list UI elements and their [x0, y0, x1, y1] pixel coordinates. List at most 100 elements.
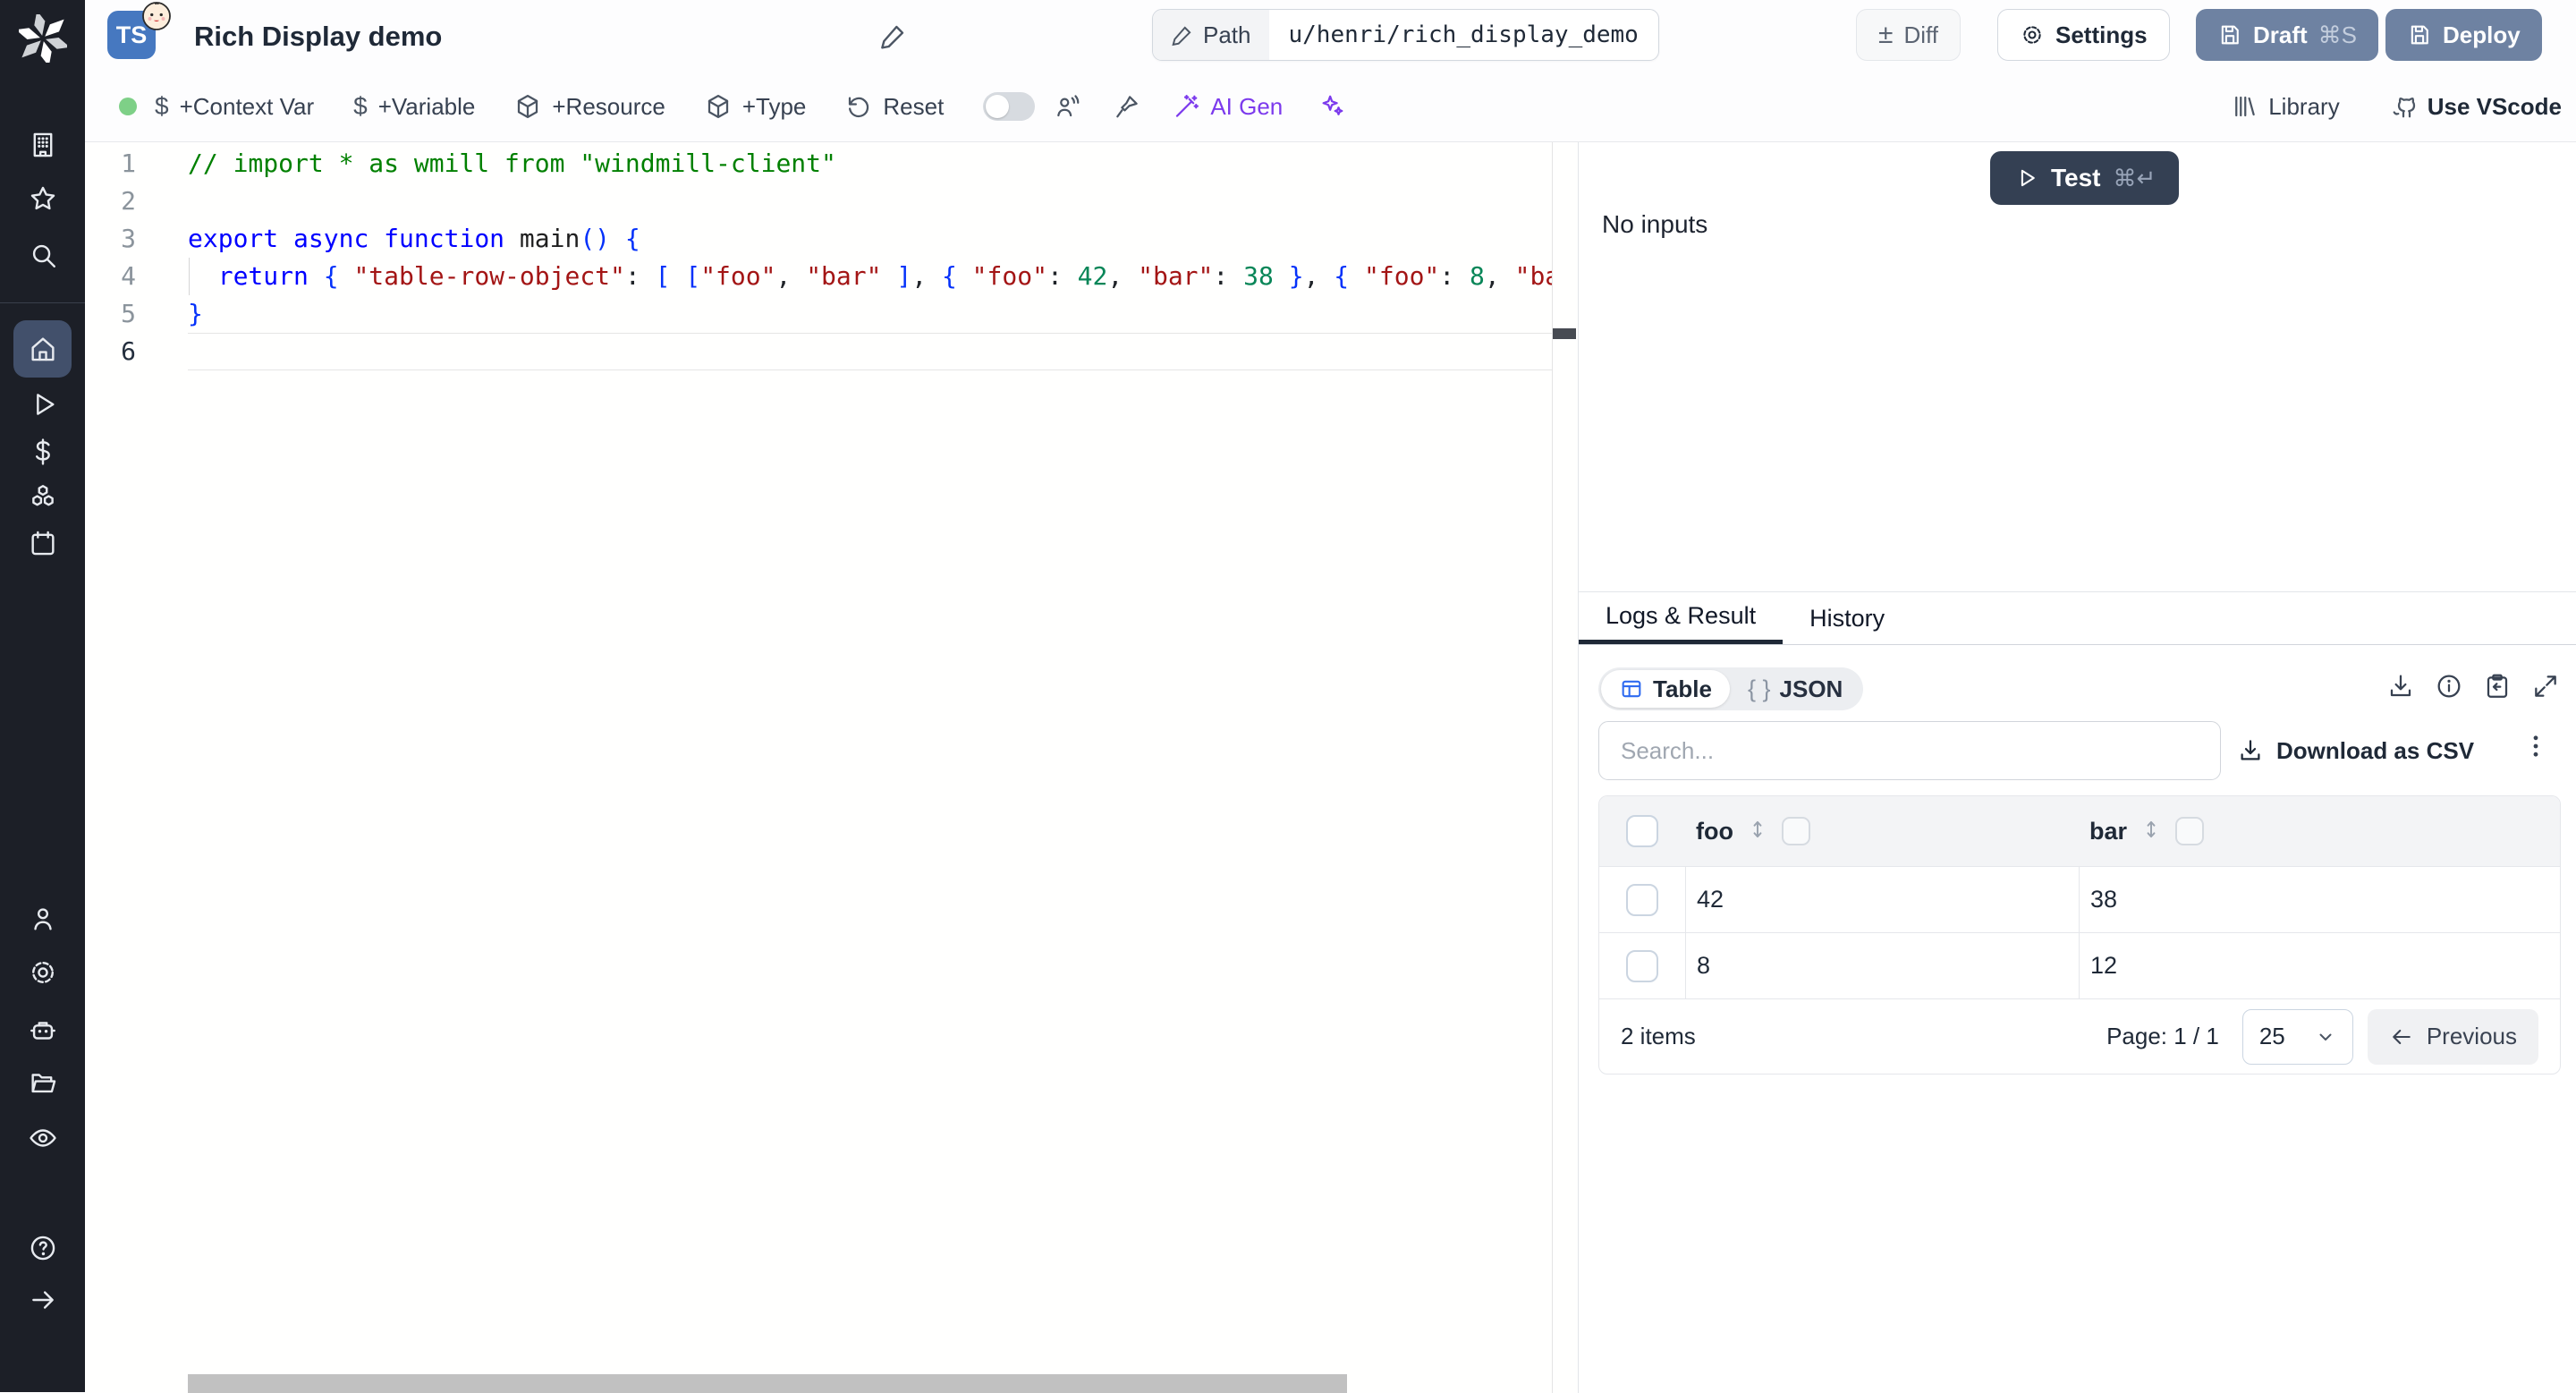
- result-table: foo bar 4238812 2 items Page: 1 / 1: [1598, 795, 2561, 1074]
- select-all-checkbox[interactable]: [1626, 815, 1658, 847]
- pencil-icon: [1171, 23, 1194, 47]
- download-result-icon[interactable]: [2386, 672, 2415, 705]
- table-cell: 38: [2090, 886, 2117, 913]
- search-input[interactable]: [1598, 721, 2221, 780]
- github-icon: [2390, 93, 2417, 120]
- calendar-icon: [28, 528, 58, 558]
- sidebar-item-runs[interactable]: [0, 378, 85, 430]
- library-button[interactable]: Library: [2231, 93, 2339, 121]
- editor-gutter: 123456: [85, 145, 188, 370]
- gear-icon: [28, 957, 58, 988]
- sidebar-item-settings[interactable]: [0, 947, 85, 998]
- sidebar-item-search[interactable]: [0, 229, 85, 281]
- sidebar-item-variables[interactable]: [0, 426, 85, 478]
- code-line: [188, 333, 1552, 370]
- view-table-button[interactable]: Table: [1601, 670, 1730, 708]
- sidebar-item-users[interactable]: [0, 893, 85, 945]
- save-icon: [2217, 22, 2242, 47]
- copy-to-clipboard-icon[interactable]: [2483, 672, 2512, 705]
- deploy-button[interactable]: Deploy: [2385, 9, 2542, 61]
- sidebar-item-favorites[interactable]: [0, 173, 85, 225]
- help-icon: [28, 1233, 58, 1263]
- sidebar-item-workers[interactable]: [0, 1005, 85, 1057]
- add-type-button[interactable]: +Type: [705, 93, 807, 121]
- line-number: 3: [85, 220, 136, 258]
- editor-overview-ruler[interactable]: [1552, 142, 1578, 1393]
- download-csv-button[interactable]: Download as CSV: [2237, 728, 2474, 773]
- result-view-toggle: Table { } JSON: [1598, 667, 1863, 710]
- page-size-select[interactable]: 25: [2242, 1009, 2353, 1065]
- braces-icon: { }: [1748, 675, 1771, 703]
- search-icon: [28, 240, 58, 270]
- code-line: // import * as wmill from "windmill-clie…: [188, 145, 1552, 183]
- column-options-button[interactable]: [2175, 817, 2204, 845]
- user-voice-icon: [1055, 93, 1081, 120]
- reset-button[interactable]: Reset: [845, 93, 944, 121]
- multiplayer-users-button[interactable]: [1055, 93, 1081, 120]
- save-draft-button[interactable]: Draft ⌘S: [2196, 9, 2378, 61]
- multiplayer-toggle[interactable]: [983, 92, 1035, 121]
- diff-button[interactable]: ± Diff: [1856, 9, 1961, 61]
- view-json-button[interactable]: { } JSON: [1730, 670, 1860, 708]
- magic-wand-icon: [1173, 93, 1199, 120]
- robot-icon: [28, 1015, 58, 1046]
- add-context-var-button[interactable]: $ +Context Var: [155, 92, 314, 121]
- table-header-row: foo bar: [1599, 796, 2560, 866]
- plus-minus-icon: ±: [1878, 21, 1893, 48]
- table-icon: [1619, 676, 1644, 701]
- tab-logs-result[interactable]: Logs & Result: [1579, 592, 1783, 644]
- expand-fullscreen-icon[interactable]: [2531, 672, 2560, 705]
- add-variable-button[interactable]: $ +Variable: [353, 92, 475, 121]
- script-emoji: [140, 0, 173, 32]
- use-vscode-button[interactable]: Use VScode: [2390, 93, 2562, 121]
- sidebar-item-workspace[interactable]: [0, 119, 85, 171]
- run-panel: Test ⌘↵ No inputs Logs & Result History …: [1578, 142, 2576, 1393]
- sparkles-icon[interactable]: [1318, 93, 1345, 120]
- format-code-button[interactable]: [1114, 93, 1140, 120]
- sidebar-item-resources[interactable]: [0, 471, 85, 523]
- column-options-button[interactable]: [1782, 817, 1810, 845]
- previous-page-button[interactable]: Previous: [2368, 1009, 2538, 1065]
- code-line: export async function main() {: [188, 220, 1552, 258]
- toggle-knob: [986, 95, 1009, 118]
- code-editor[interactable]: 123456 // import * as wmill from "windmi…: [85, 142, 1578, 1393]
- reset-icon: [845, 93, 872, 120]
- chevron-down-icon: [2315, 1026, 2336, 1048]
- table-cell: 12: [2090, 952, 2117, 980]
- result-actions: [2386, 672, 2560, 705]
- star-icon: [28, 183, 58, 214]
- settings-button[interactable]: Settings: [1997, 9, 2170, 61]
- dollar-icon: $: [155, 92, 169, 121]
- windmill-logo-icon[interactable]: [0, 9, 85, 68]
- sidebar-item-schedules[interactable]: [0, 517, 85, 569]
- sidebar-item-home[interactable]: [0, 323, 85, 375]
- sidebar-item-audit-logs[interactable]: [0, 1112, 85, 1164]
- ai-gen-button[interactable]: AI Gen: [1173, 93, 1283, 121]
- editor-toolbar: $ +Context Var $ +Variable +Resource +Ty…: [85, 72, 2576, 141]
- tab-history[interactable]: History: [1783, 592, 1911, 644]
- test-button[interactable]: Test ⌘↵: [1990, 151, 2179, 205]
- add-resource-button[interactable]: +Resource: [514, 93, 665, 121]
- row-checkbox[interactable]: [1626, 884, 1658, 916]
- draft-shortcut: ⌘S: [2318, 21, 2357, 49]
- info-icon[interactable]: [2435, 672, 2463, 705]
- horizontal-scrollbar[interactable]: [188, 1374, 1347, 1393]
- arrow-right-icon: [28, 1285, 58, 1315]
- path-value[interactable]: u/henri/rich_display_demo: [1269, 10, 1658, 60]
- sort-icon[interactable]: [1746, 818, 1769, 845]
- sidebar-item-help[interactable]: [0, 1222, 85, 1274]
- edit-summary-pencil-icon[interactable]: [879, 21, 908, 55]
- line-number: 1: [85, 145, 136, 183]
- paintbrush-icon: [1114, 93, 1140, 120]
- status-dot: [119, 98, 137, 115]
- sidebar-item-expand[interactable]: [0, 1274, 85, 1326]
- sidebar-item-folders[interactable]: [0, 1057, 85, 1108]
- row-checkbox[interactable]: [1626, 950, 1658, 982]
- gear-icon: [2020, 22, 2045, 47]
- path-label[interactable]: Path: [1153, 10, 1269, 60]
- page-title: Rich Display demo: [194, 21, 442, 53]
- path-field[interactable]: Path u/henri/rich_display_demo: [1152, 9, 1659, 61]
- table-options-kebab-icon[interactable]: [2521, 731, 2551, 766]
- sort-icon[interactable]: [2140, 818, 2163, 845]
- page-info: Page: 1 / 1: [2106, 1023, 2219, 1050]
